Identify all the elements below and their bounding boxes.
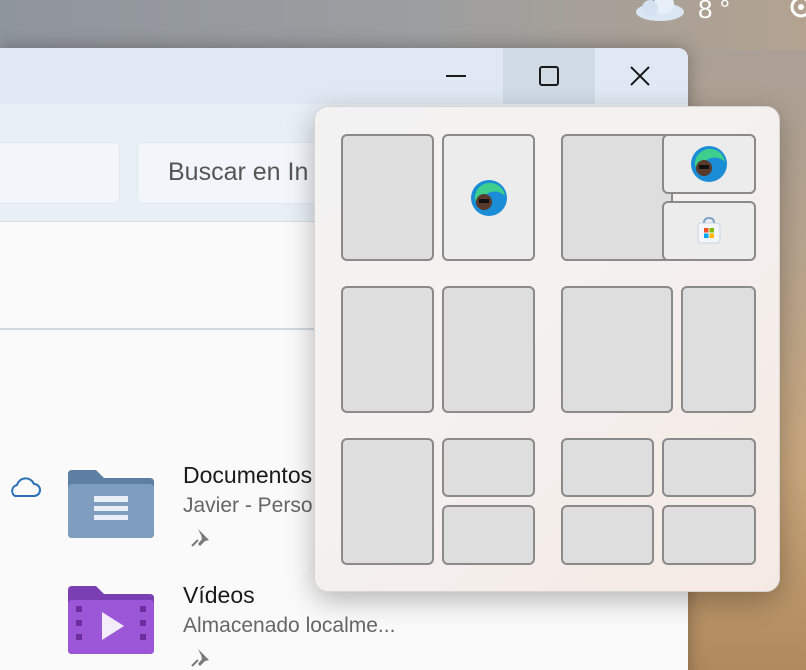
snap-zone[interactable] — [662, 505, 756, 565]
title-bar[interactable] — [0, 48, 688, 104]
snap-zone[interactable] — [442, 438, 535, 497]
pin-icon — [191, 649, 209, 667]
edge-icon — [691, 146, 727, 182]
snap-zone[interactable] — [561, 438, 654, 497]
close-icon — [630, 66, 650, 86]
snap-zone[interactable] — [561, 134, 673, 261]
snap-zone[interactable] — [681, 286, 756, 413]
temperature-readout[interactable]: 8 ° — [698, 0, 730, 25]
snap-zone[interactable] — [442, 505, 535, 565]
minimize-icon — [446, 75, 466, 77]
pin-icon — [191, 529, 209, 547]
snap-zone[interactable] — [341, 286, 434, 413]
file-name: Documentos — [183, 462, 313, 488]
address-bar[interactable] — [0, 142, 120, 204]
maximize-icon — [539, 66, 559, 86]
videos-folder-icon — [68, 586, 154, 654]
file-location: Almacenado localme... — [183, 614, 396, 637]
snap-zone[interactable] — [341, 134, 434, 261]
cloud-icon[interactable] — [634, 0, 686, 22]
snap-zone[interactable] — [341, 438, 434, 565]
snap-zone[interactable] — [662, 201, 756, 261]
snap-zone[interactable] — [662, 134, 756, 194]
edge-icon — [470, 179, 507, 216]
snap-zone[interactable] — [442, 134, 535, 261]
snap-layouts-flyout — [314, 106, 780, 592]
snap-zone[interactable] — [561, 286, 673, 413]
file-location: Javier - Perso — [183, 494, 313, 517]
snap-zone[interactable] — [561, 505, 654, 565]
minimize-button[interactable] — [410, 48, 502, 104]
cloud-sync-icon — [11, 477, 41, 497]
file-name: Vídeos — [183, 582, 255, 608]
snap-zone[interactable] — [442, 286, 535, 413]
maximize-button[interactable] — [503, 48, 595, 104]
close-button[interactable] — [594, 48, 686, 104]
documents-folder-icon — [68, 470, 154, 538]
microsoft-store-icon — [697, 217, 721, 244]
gear-icon[interactable] — [786, 0, 806, 22]
snap-zone[interactable] — [662, 438, 756, 497]
